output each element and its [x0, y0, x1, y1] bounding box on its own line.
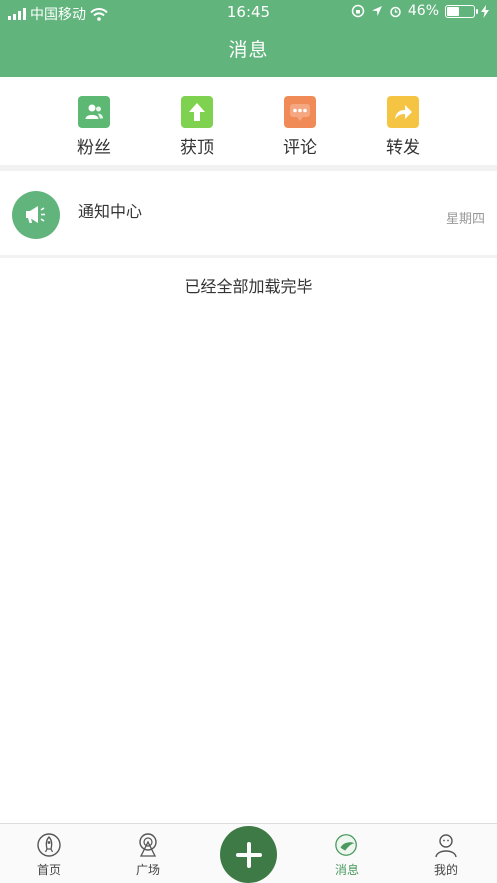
status-bar: 中国移动 16:45 46% — [0, 0, 497, 24]
person-icon — [433, 832, 459, 858]
share-arrow-icon — [387, 96, 419, 128]
megaphone-icon — [12, 191, 60, 239]
quick-action-shares[interactable]: 转发 — [373, 96, 433, 158]
quick-action-label: 粉丝 — [77, 138, 111, 158]
tab-square[interactable]: 广场 — [118, 832, 178, 878]
tab-label: 我的 — [433, 863, 458, 877]
tab-label: 广场 — [135, 863, 160, 877]
battery-icon — [445, 4, 478, 18]
quick-action-label: 获顶 — [180, 138, 214, 158]
comment-bubble-icon — [284, 96, 316, 128]
alarm-icon — [390, 6, 401, 17]
message-title: 通知中心 — [78, 202, 143, 221]
quick-action-label: 评论 — [283, 138, 317, 158]
ferris-wheel-icon — [135, 832, 161, 858]
message-icon — [334, 832, 360, 858]
battery-percent: 46% — [407, 3, 439, 19]
quick-action-upvotes[interactable]: 获顶 — [167, 96, 227, 158]
tab-messages[interactable]: 消息 — [317, 832, 377, 878]
message-date: 星期四 — [445, 212, 485, 227]
quick-action-label: 转发 — [386, 138, 420, 158]
tab-profile[interactable]: 我的 — [416, 832, 476, 878]
tab-label: 消息 — [334, 863, 359, 877]
list-end-message: 已经全部加载完毕 — [184, 277, 313, 296]
fans-icon — [78, 96, 110, 128]
rocket-icon — [36, 832, 62, 858]
page-header: 消息 — [0, 24, 497, 77]
section-divider — [0, 255, 497, 258]
upvote-arrow-icon — [181, 96, 213, 128]
location-arrow-icon — [371, 6, 382, 16]
quick-action-comments[interactable]: 评论 — [270, 96, 330, 158]
rotation-lock-icon — [351, 4, 365, 18]
quick-action-fans[interactable]: 粉丝 — [64, 96, 124, 158]
status-right: 46% — [351, 3, 489, 19]
plus-icon — [235, 841, 262, 868]
tab-home[interactable]: 首页 — [19, 832, 79, 878]
page-title: 消息 — [228, 39, 269, 61]
message-list-item[interactable]: 通知中心 星期四 — [0, 171, 497, 255]
charging-bolt-icon — [481, 4, 489, 18]
tab-label: 首页 — [36, 863, 61, 877]
battery-fill — [447, 6, 459, 16]
quick-actions: 粉丝 获顶 评论 转发 — [0, 77, 497, 165]
create-post-button[interactable] — [220, 826, 277, 883]
